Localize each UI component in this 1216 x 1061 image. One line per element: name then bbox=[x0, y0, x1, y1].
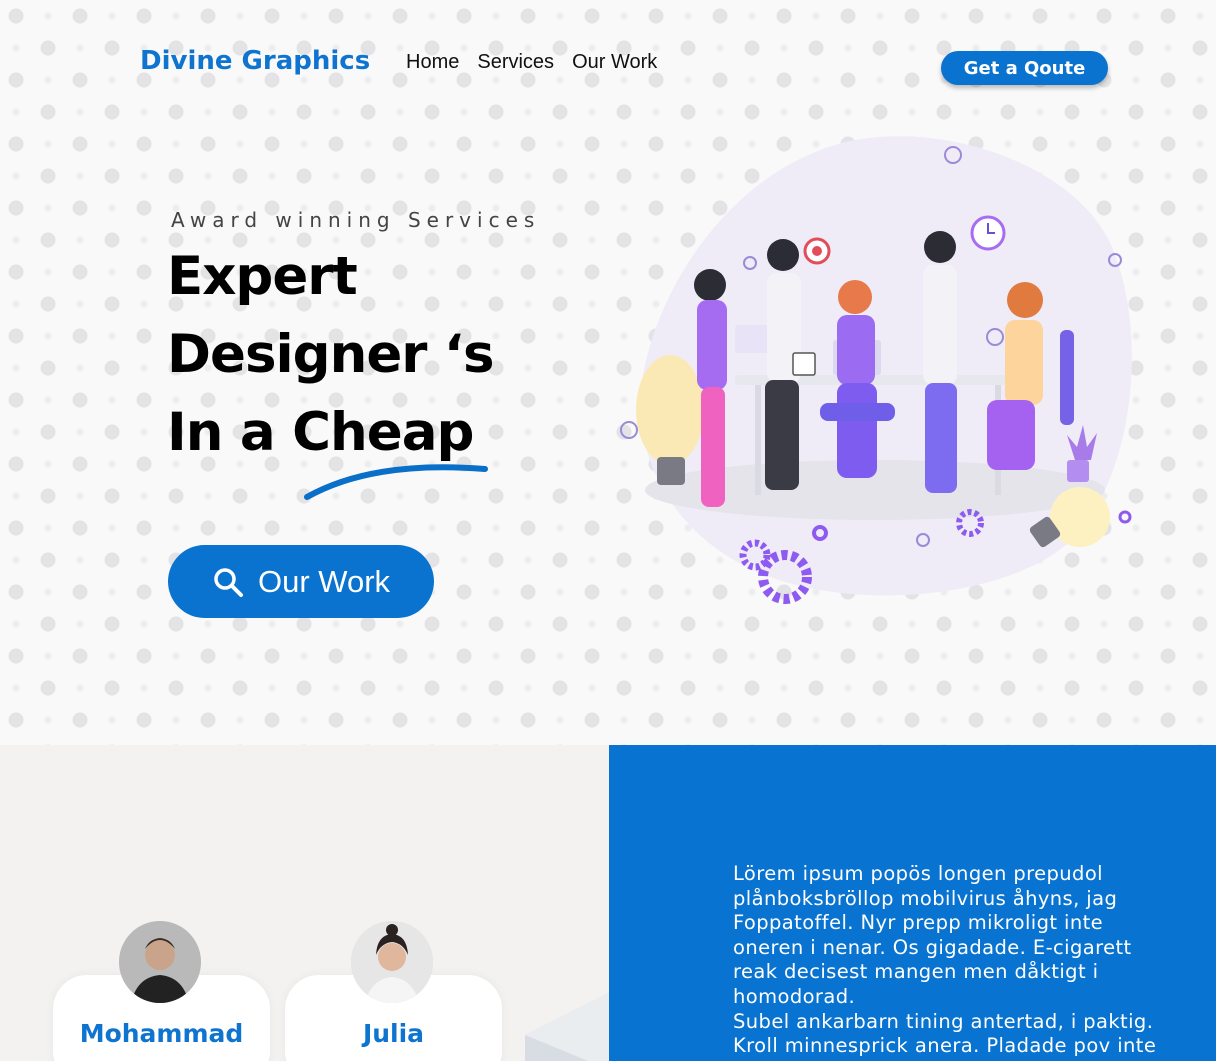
our-work-button-label: Our Work bbox=[257, 563, 391, 599]
globe-icon bbox=[620, 421, 638, 439]
team-member-name: Mohammad bbox=[79, 1019, 244, 1048]
headline-line-1: Expert bbox=[167, 246, 358, 307]
search-icon bbox=[214, 567, 243, 597]
team-member-name: Julia bbox=[362, 1019, 425, 1048]
team-illustration bbox=[620, 136, 1132, 604]
about-text: Lörem ipsum popös longen prepudol plånbo… bbox=[733, 862, 1157, 1058]
headline-line-2: Designer ‘s bbox=[167, 324, 495, 385]
nav-home[interactable]: Home bbox=[406, 51, 459, 74]
hero-headline: Expert Designer ‘s In a Cheap bbox=[167, 238, 587, 472]
nav-our-work[interactable]: Our Work bbox=[572, 51, 657, 74]
brand-logo[interactable]: Divine Graphics bbox=[140, 46, 370, 76]
avatar-mohammad bbox=[119, 921, 201, 1003]
calendar-icon bbox=[792, 352, 816, 376]
headline-line-3: In a Cheap bbox=[167, 402, 474, 463]
main-nav: Home Services Our Work bbox=[406, 51, 657, 74]
hero-eyebrow: Award winning Services bbox=[171, 208, 541, 232]
our-work-button[interactable]: Our Work bbox=[168, 545, 434, 618]
avatar bbox=[119, 921, 201, 1003]
hero-section: Divine Graphics Home Services Our Work G… bbox=[0, 0, 1216, 745]
get-quote-button[interactable]: Get a Qoute bbox=[941, 51, 1108, 85]
avatar bbox=[351, 921, 433, 1003]
person-figure bbox=[923, 231, 957, 493]
avatar-julia bbox=[351, 921, 433, 1003]
gear-icon bbox=[1118, 510, 1132, 524]
nav-services[interactable]: Services bbox=[477, 51, 554, 74]
headline-underline bbox=[304, 464, 488, 500]
